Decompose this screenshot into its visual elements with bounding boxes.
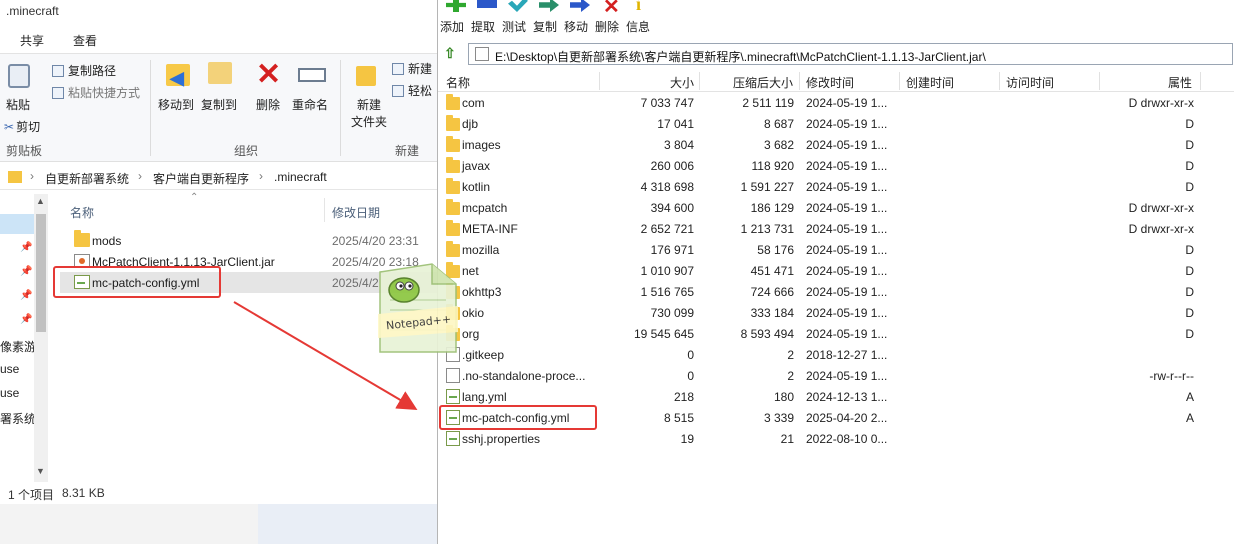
annotation-arrow [233,301,418,411]
arrow-line [233,301,418,411]
